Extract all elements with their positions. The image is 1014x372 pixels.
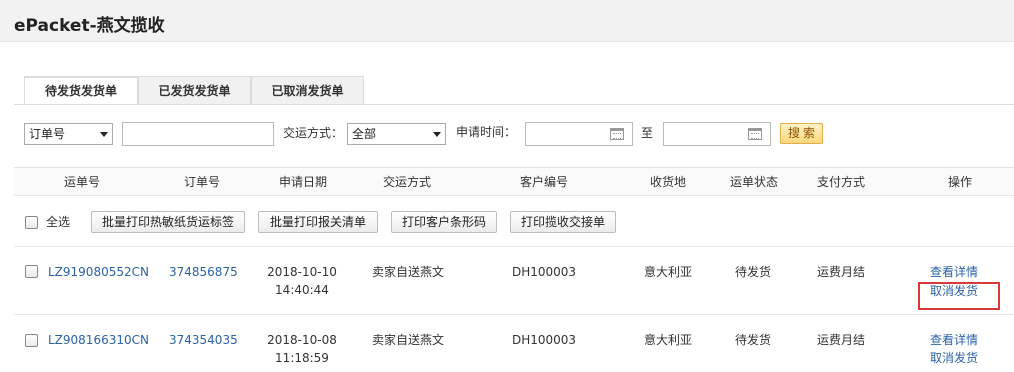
order-type-select[interactable]: 订单号: [24, 123, 113, 145]
payment-method: 运费月结: [816, 265, 865, 279]
delivery-method-label: 交运方式：: [283, 126, 344, 140]
column-header-waybill: 运单号: [63, 175, 100, 189]
select-all-checkbox[interactable]: [25, 216, 38, 229]
date-to-input[interactable]: [663, 122, 771, 146]
destination: 意大利亚: [643, 333, 692, 347]
order-link[interactable]: 374856875: [169, 263, 238, 281]
print-customer-barcode-button[interactable]: 打印客户条形码: [391, 211, 497, 233]
date-from-input[interactable]: [525, 122, 633, 146]
chevron-down-icon: [100, 132, 108, 137]
calendar-icon[interactable]: [610, 128, 624, 140]
table-header: 运单号 订单号 申请日期 交运方式 客户编号 收货地 运单状态 支付方式 操作: [14, 167, 1014, 195]
batch-print-thermal-labels-button[interactable]: 批量打印热敏纸货运标签: [91, 211, 245, 233]
tab-pending-shipments[interactable]: 待发货发货单: [24, 76, 138, 105]
order-type-value: 订单号: [29, 127, 66, 141]
row-checkbox[interactable]: [25, 334, 38, 347]
filter-bar: 订单号 交运方式： 全部 申请时间： 至 搜索: [0, 120, 1014, 150]
apply-time: 14:40:44: [275, 283, 329, 297]
destination: 意大利亚: [643, 265, 692, 279]
apply-date: 2018-10-08: [267, 333, 337, 347]
order-number-input[interactable]: [122, 122, 274, 146]
view-details-link[interactable]: 查看详情: [928, 263, 980, 281]
waybill-link[interactable]: LZ908166310CN: [48, 331, 149, 349]
customer-number: DH100003: [511, 265, 577, 279]
delivery-method: 卖家自送燕文: [371, 265, 444, 279]
customer-number: DH100003: [511, 333, 577, 347]
delivery-method: 卖家自送燕文: [371, 333, 444, 347]
page-header: ePacket-燕文揽收: [0, 0, 1014, 42]
column-header-payment: 支付方式: [816, 175, 865, 189]
calendar-icon[interactable]: [748, 128, 762, 140]
tab-shipped[interactable]: 已发货发货单: [138, 76, 251, 105]
table-row: LZ908166310CN 374354035 2018-10-08 11:18…: [14, 316, 1014, 372]
column-header-delivery: 交运方式: [382, 175, 431, 189]
waybill-status: 待发货: [734, 333, 771, 347]
column-header-destination: 收货地: [649, 175, 686, 189]
waybill-link[interactable]: LZ919080552CN: [48, 263, 149, 281]
date-separator: 至: [641, 126, 654, 140]
column-header-actions: 操作: [947, 175, 972, 189]
select-all-label: 全选: [46, 215, 71, 229]
apply-date: 2018-10-10: [267, 265, 337, 279]
payment-method: 运费月结: [816, 333, 865, 347]
tab-underline: [14, 104, 1014, 105]
delivery-method-select[interactable]: 全部: [347, 123, 446, 145]
column-header-order: 订单号: [183, 175, 220, 189]
apply-date-label: 申请时间：: [456, 125, 517, 139]
cancel-shipment-link[interactable]: 取消发货: [928, 349, 980, 367]
column-header-date: 申请日期: [278, 175, 327, 189]
row-checkbox[interactable]: [25, 265, 38, 278]
delivery-method-value: 全部: [352, 127, 377, 141]
waybill-status: 待发货: [734, 265, 771, 279]
batch-print-customs-list-button[interactable]: 批量打印报关清单: [258, 211, 378, 233]
view-details-link[interactable]: 查看详情: [928, 331, 980, 349]
order-link[interactable]: 374354035: [169, 331, 238, 349]
highlight-box: [918, 282, 1000, 310]
search-button[interactable]: 搜索: [780, 123, 823, 144]
batch-actions-bar: 全选 批量打印热敏纸货运标签 批量打印报关清单 打印客户条形码 打印揽收交接单: [14, 195, 1014, 247]
chevron-down-icon: [433, 132, 441, 137]
page-title: ePacket-燕文揽收: [14, 16, 165, 36]
table-row: LZ919080552CN 374856875 2018-10-10 14:40…: [14, 247, 1014, 315]
column-header-status: 运单状态: [729, 175, 778, 189]
print-pickup-handover-button[interactable]: 打印揽收交接单: [510, 211, 616, 233]
apply-time: 11:18:59: [275, 351, 329, 365]
tab-cancelled[interactable]: 已取消发货单: [251, 76, 364, 105]
column-header-customer: 客户编号: [519, 175, 568, 189]
